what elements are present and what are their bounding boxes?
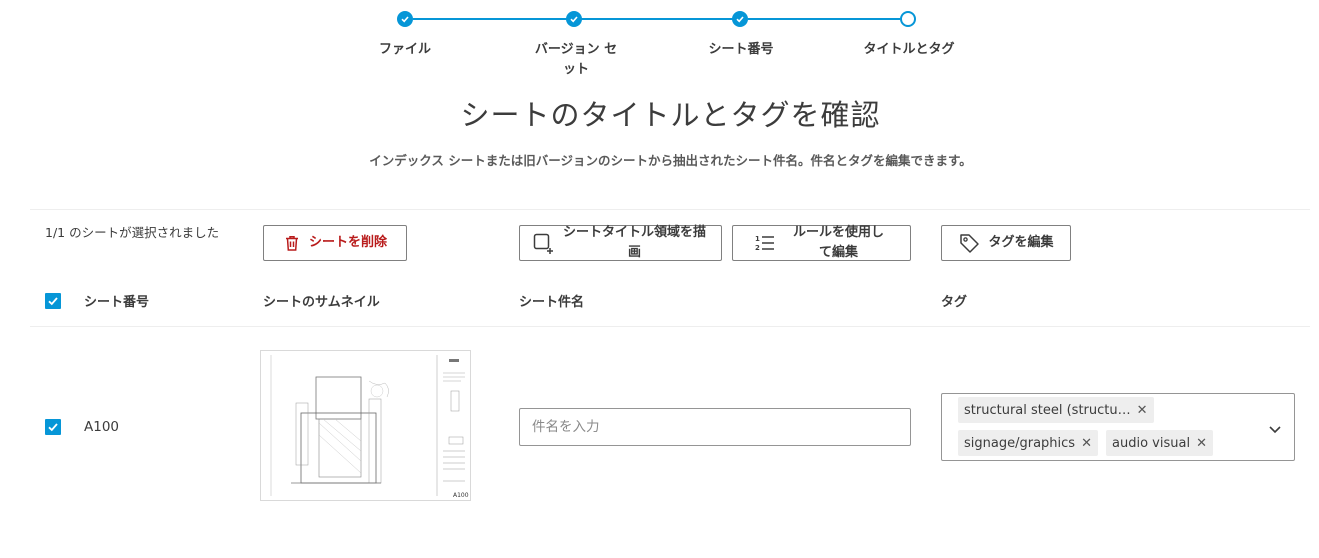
tag-chip: audio visual ✕	[1106, 430, 1213, 456]
page-title: シートのタイトルとタグを確認	[460, 98, 881, 132]
thumbnail-caption: A100	[453, 492, 469, 499]
stepper-connector	[581, 18, 733, 20]
delete-sheet-button[interactable]: シートを削除	[263, 225, 407, 261]
tag-chip: structural steel (structu… ✕	[958, 397, 1154, 423]
draw-region-icon	[532, 232, 554, 254]
numbered-list-icon: 1 2	[755, 234, 775, 252]
remove-tag-icon[interactable]: ✕	[1137, 403, 1148, 418]
svg-text:1: 1	[755, 235, 760, 243]
sheet-number-cell: A100	[84, 419, 120, 435]
column-header-sheet-title[interactable]: シート件名	[519, 291, 584, 310]
checkmark-icon	[48, 297, 58, 306]
draw-title-region-label: シートタイトル領域を描画	[562, 225, 706, 260]
tags-select[interactable]: structural steel (structu… ✕ signage/gra…	[941, 393, 1295, 461]
divider	[30, 209, 1310, 210]
stepper-connector	[748, 18, 900, 20]
floor-plan-drawing: A100	[270, 355, 469, 499]
step-label: タイトルとタグ	[863, 42, 955, 57]
divider	[30, 326, 1310, 327]
delete-sheet-label: シートを削除	[308, 235, 387, 250]
edit-with-rules-button[interactable]: 1 2 ルールを使用して編集	[732, 225, 911, 261]
step-complete-icon	[732, 11, 748, 27]
column-header-sheet-number[interactable]: シート番号	[84, 291, 149, 310]
tag-chip: signage/graphics ✕	[958, 430, 1098, 456]
edit-tags-label: タグを編集	[988, 235, 1054, 250]
step-label: ファイル	[378, 42, 431, 57]
row-checkbox[interactable]	[45, 419, 61, 435]
trash-icon	[283, 234, 301, 252]
column-header-tags: タグ	[941, 295, 968, 310]
checkmark-icon	[48, 423, 58, 432]
stepper-connector	[413, 18, 567, 20]
step-complete-icon	[397, 11, 413, 27]
tag-chip-label: structural steel (structu…	[964, 402, 1131, 418]
select-all-checkbox[interactable]	[45, 293, 61, 309]
edit-with-rules-label: ルールを使用して編集	[792, 225, 884, 260]
edit-tags-button[interactable]: タグを編集	[941, 225, 1071, 261]
sheet-thumbnail[interactable]: A100	[260, 350, 471, 501]
page-subtitle: インデックス シートまたは旧バージョンのシートから抽出されたシート件名。件名とタ…	[369, 153, 972, 168]
column-header-thumbnail: シートのサムネイル	[263, 295, 380, 310]
remove-tag-icon[interactable]: ✕	[1081, 436, 1092, 451]
step-label: シート番号	[708, 42, 774, 57]
tag-chip-label: signage/graphics	[964, 435, 1076, 451]
step-complete-icon	[566, 11, 582, 27]
tag-chip-label: audio visual	[1112, 435, 1191, 451]
step-label: バージョン セット	[534, 42, 618, 77]
tag-icon	[958, 232, 980, 254]
chevron-down-icon[interactable]	[1268, 420, 1282, 439]
step-current-icon	[900, 11, 916, 27]
remove-tag-icon[interactable]: ✕	[1196, 436, 1207, 451]
sheet-title-input[interactable]	[519, 408, 911, 446]
draw-title-region-button[interactable]: シートタイトル領域を描画	[519, 225, 722, 261]
svg-text:2: 2	[755, 244, 760, 252]
selection-status: 1/1 のシートが選択されました	[45, 225, 220, 240]
